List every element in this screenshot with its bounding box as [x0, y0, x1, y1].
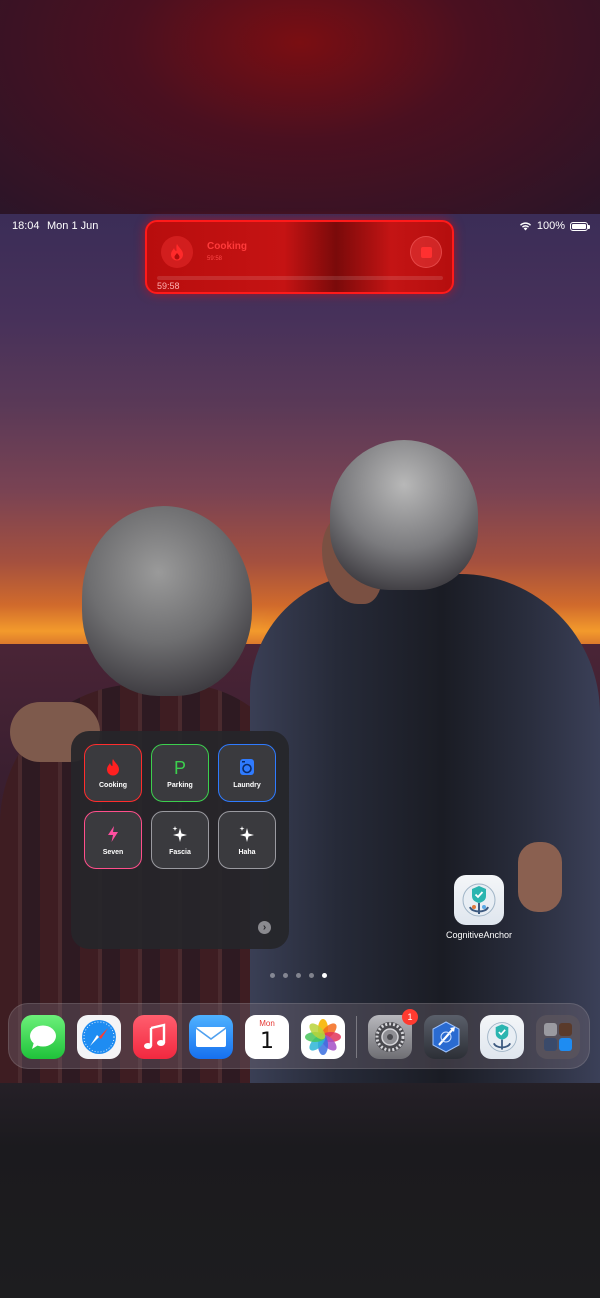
dock-app-mail[interactable] — [189, 1015, 233, 1059]
tile-seven[interactable]: Seven — [84, 811, 142, 869]
tile-haha[interactable]: Haha — [218, 811, 276, 869]
dock-app-safari[interactable] — [77, 1015, 121, 1059]
tile-label: Haha — [238, 848, 256, 856]
dock-app-library[interactable] — [536, 1015, 580, 1059]
page-dot-active[interactable] — [322, 973, 327, 978]
status-date: Mon 1 Jun — [47, 220, 99, 232]
page-dot[interactable] — [270, 973, 275, 978]
photos-icon — [305, 1019, 341, 1055]
app-cognitiveanchor[interactable]: CognitiveAnchor — [440, 875, 518, 940]
wallpaper-man-head — [330, 440, 478, 590]
activity-subtitle: 59:58 — [207, 256, 223, 262]
dock-app-messages[interactable] — [21, 1015, 65, 1059]
notification-badge: 1 — [402, 1009, 418, 1025]
safari-icon — [82, 1020, 116, 1054]
wifi-icon — [519, 222, 531, 231]
sparkles-icon — [171, 825, 189, 845]
washing-machine-icon — [239, 758, 255, 778]
activity-title: Cooking — [207, 241, 247, 252]
stop-button[interactable] — [410, 236, 442, 268]
page-indicator[interactable] — [270, 973, 327, 978]
page-dot[interactable] — [309, 973, 314, 978]
anchor-app-icon — [454, 875, 504, 925]
dock-app-photos[interactable] — [301, 1015, 345, 1059]
battery-icon — [570, 221, 590, 231]
tile-label: Seven — [102, 848, 124, 856]
dock-app-calendar[interactable]: Mon 1 — [245, 1015, 289, 1059]
tile-label: Laundry — [233, 781, 261, 789]
blurred-wallpaper-top — [0, 0, 600, 214]
status-indicators: 100% — [519, 220, 590, 232]
flame-icon — [106, 758, 120, 778]
dock-app-music[interactable] — [133, 1015, 177, 1059]
status-time: 18:04 — [12, 220, 40, 232]
shortcuts-widget: Cooking P Parking Laundry Seven Fascia H… — [71, 731, 289, 949]
tile-label: Fascia — [169, 848, 191, 856]
tile-parking[interactable]: P Parking — [151, 744, 209, 802]
tile-fascia[interactable]: Fascia — [151, 811, 209, 869]
calendar-day: Mon — [259, 1019, 275, 1028]
app-label: CognitiveAnchor — [445, 930, 513, 940]
dock: Mon 1 1 — [8, 1003, 590, 1069]
app-library-icon — [544, 1023, 572, 1051]
chevron-right-icon[interactable]: › — [258, 921, 271, 934]
tile-label: Cooking — [99, 781, 127, 789]
page-dot[interactable] — [296, 973, 301, 978]
sparkles-icon — [238, 825, 256, 845]
anchor-app-icon — [487, 1022, 517, 1052]
dock-separator — [356, 1016, 357, 1058]
dock-app-xcode[interactable] — [424, 1015, 468, 1059]
live-activity-banner[interactable]: Cooking 59:58 59:58 — [145, 220, 454, 294]
dock-app-settings[interactable]: 1 — [368, 1009, 418, 1059]
dock-app-cognitiveanchor[interactable] — [480, 1015, 524, 1059]
stop-icon — [420, 246, 432, 258]
blurred-wallpaper-bottom — [0, 1083, 600, 1298]
flame-icon — [161, 236, 193, 268]
mail-icon — [195, 1027, 227, 1047]
tile-label: Parking — [167, 781, 193, 789]
activity-timer: 59:58 — [157, 281, 180, 291]
bolt-icon — [107, 825, 119, 845]
wallpaper-woman-head — [82, 506, 252, 696]
messages-icon — [30, 1025, 56, 1049]
calendar-date: 1 — [260, 1029, 274, 1054]
tile-laundry[interactable]: Laundry — [218, 744, 276, 802]
music-icon — [144, 1023, 166, 1049]
battery-percent: 100% — [536, 220, 565, 232]
settings-icon — [375, 1022, 405, 1052]
wallpaper-hand — [518, 842, 562, 912]
page-dot[interactable] — [283, 973, 288, 978]
activity-progress-track — [157, 276, 443, 280]
xcode-icon — [432, 1021, 460, 1053]
parking-icon: P — [173, 757, 186, 778]
tile-cooking[interactable]: Cooking — [84, 744, 142, 802]
home-screen-wallpaper — [0, 214, 600, 1083]
